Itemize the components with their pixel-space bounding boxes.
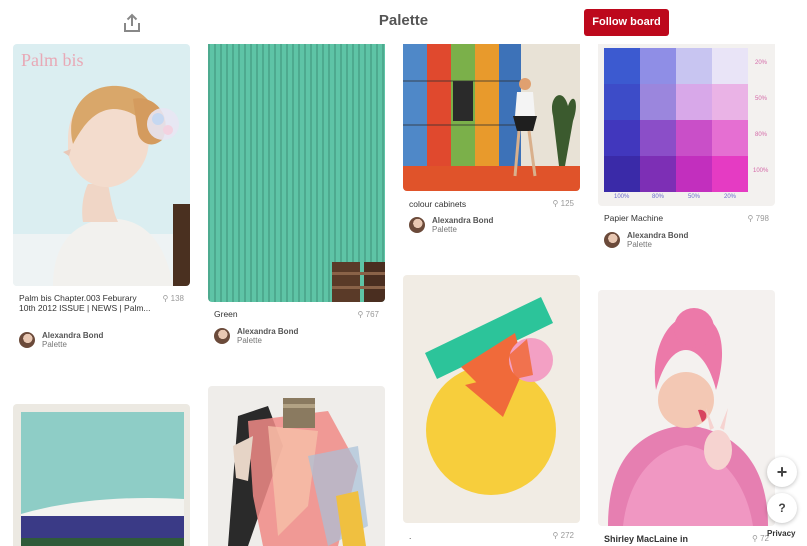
avatar (604, 232, 620, 248)
pinner-name: Alexandra Bond (627, 231, 689, 240)
pin-save-count: ⚲ 125 (552, 199, 574, 208)
pin-image[interactable] (403, 275, 580, 523)
avatar (214, 328, 230, 344)
pin-image[interactable]: 20% 50% 80% 100% 100% 80% 50% 20% (598, 40, 775, 206)
pin-image[interactable]: Palm bis (13, 44, 190, 286)
top-bar: Palette Follow board (0, 0, 807, 44)
pin-logo-text: Palm bis (21, 50, 84, 70)
pin-title[interactable]: . (409, 531, 544, 541)
pin-icon: ⚲ (552, 531, 561, 540)
follow-board-button[interactable]: Follow board (584, 9, 669, 36)
pin-title[interactable]: Palm bis Chapter.003 Feburary 10th 2012 … (19, 293, 154, 313)
avatar (409, 217, 425, 233)
pin-image[interactable] (208, 40, 385, 302)
pin-title[interactable]: Shirley MacLaine in (604, 534, 739, 544)
pin-title[interactable]: Green (214, 309, 349, 319)
privacy-link[interactable]: Privacy (767, 529, 795, 538)
axis-label: 50% (688, 194, 701, 200)
scale-label: 20% (755, 60, 768, 66)
pin-image[interactable] (13, 404, 190, 546)
pin-image[interactable] (403, 36, 580, 191)
board-name: Palette (237, 336, 262, 345)
pin-save-count: ⚲ 138 (162, 294, 184, 303)
axis-label: 20% (724, 194, 737, 200)
pin-icon: ⚲ (747, 214, 756, 223)
pin-title[interactable]: colour cabinets (409, 199, 544, 209)
scale-label: 80% (755, 132, 768, 138)
scale-label: 100% (753, 168, 769, 174)
pin-save-count: ⚲ 767 (357, 310, 379, 319)
pinner-name: Alexandra Bond (42, 331, 104, 340)
board-name: Palette (627, 240, 652, 249)
help-button[interactable]: ? (767, 493, 797, 523)
axis-label: 80% (652, 194, 665, 200)
board-name: Palette (42, 340, 67, 349)
pin-icon: ⚲ (752, 534, 761, 543)
pinner-name: Alexandra Bond (237, 327, 299, 336)
pinner-name: Alexandra Bond (432, 216, 494, 225)
pin-image[interactable] (208, 386, 385, 546)
add-pin-button[interactable]: + (767, 457, 797, 487)
pin-title[interactable]: Papier Machine (604, 213, 739, 223)
board-name: Palette (432, 225, 457, 234)
axis-label: 100% (614, 194, 630, 200)
pin-icon: ⚲ (162, 294, 171, 303)
scale-label: 50% (755, 96, 768, 102)
pin-save-count: ⚲ 798 (747, 214, 769, 223)
pin-icon: ⚲ (552, 199, 561, 208)
pin-save-count: ⚲ 272 (552, 531, 574, 540)
pin-icon: ⚲ (357, 310, 366, 319)
board-title: Palette (378, 12, 429, 29)
avatar (19, 332, 35, 348)
pin-image[interactable] (598, 290, 775, 526)
